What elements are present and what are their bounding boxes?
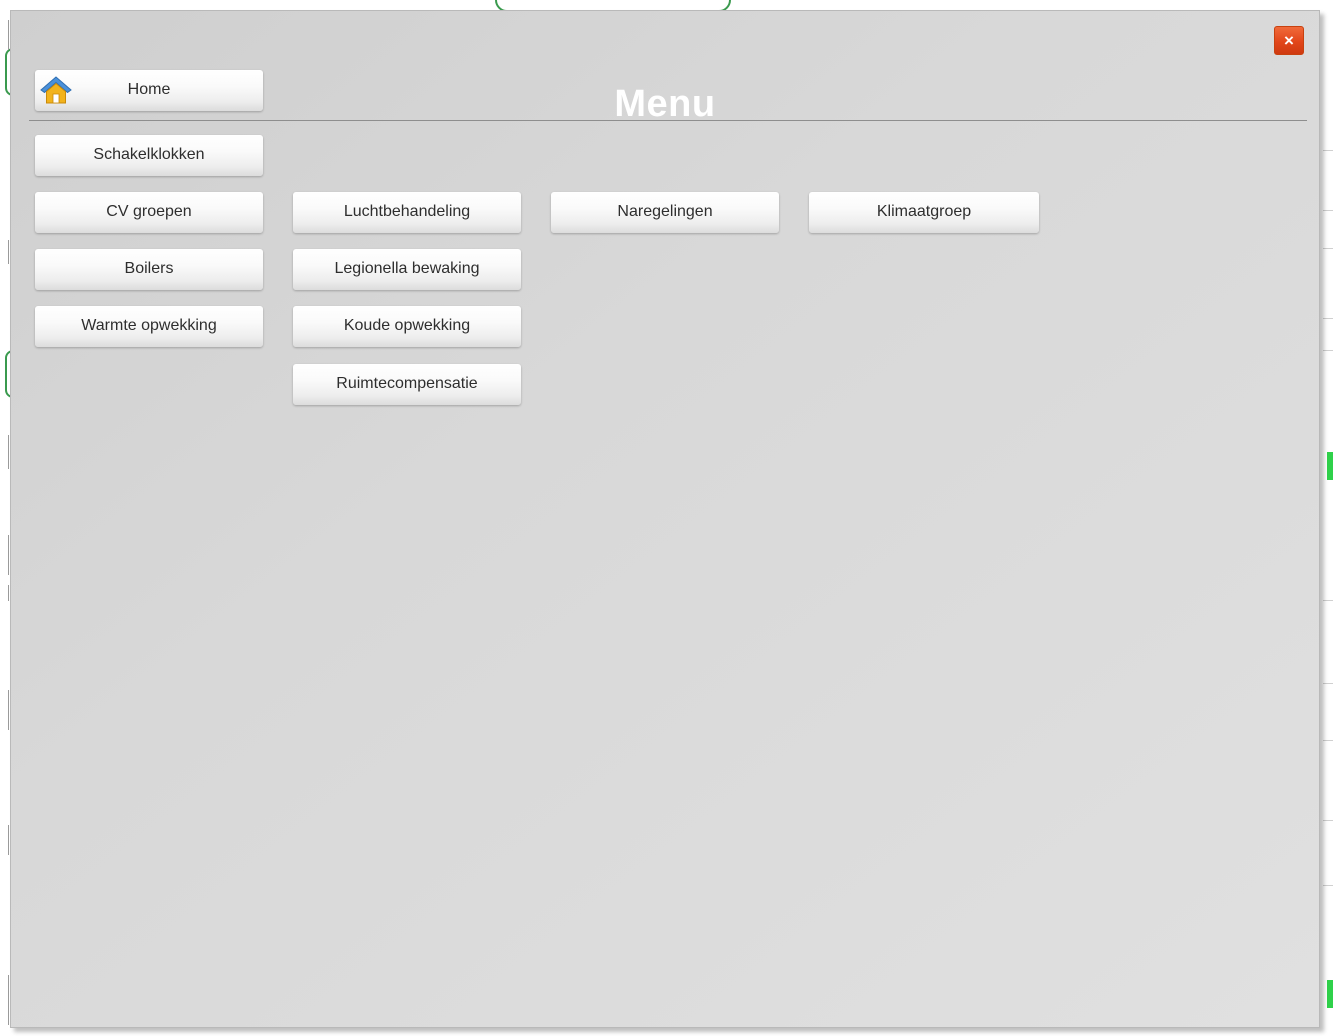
- background-divider: [8, 20, 9, 50]
- close-icon: ×: [1284, 31, 1294, 50]
- home-button[interactable]: Home: [35, 70, 263, 111]
- background-divider: [8, 240, 9, 264]
- home-icon: [40, 76, 72, 104]
- background-divider: [1323, 820, 1333, 821]
- home-button-label: Home: [127, 81, 171, 98]
- cv-groepen-button[interactable]: CV groepen: [35, 192, 263, 233]
- page: × Menu Home Schakelklokken CV groepen Bo…: [0, 0, 1333, 1036]
- background-divider: [1323, 740, 1333, 741]
- background-divider: [8, 585, 9, 601]
- koude-opwekking-button[interactable]: Koude opwekking: [293, 306, 521, 347]
- klimaatgroep-button[interactable]: Klimaatgroep: [809, 192, 1039, 233]
- background-divider: [1323, 350, 1333, 351]
- background-divider: [1323, 683, 1333, 684]
- background-divider: [8, 435, 9, 469]
- background-divider: [1323, 600, 1333, 601]
- background-status-indicator: [1327, 452, 1333, 480]
- title-divider: [29, 120, 1307, 121]
- menu-dialog: × Menu Home Schakelklokken CV groepen Bo…: [10, 10, 1320, 1028]
- schakelklokken-button[interactable]: Schakelklokken: [35, 135, 263, 176]
- luchtbehandeling-button[interactable]: Luchtbehandeling: [293, 192, 521, 233]
- close-button[interactable]: ×: [1274, 26, 1304, 55]
- legionella-bewaking-button[interactable]: Legionella bewaking: [293, 249, 521, 290]
- background-divider: [1323, 318, 1333, 319]
- background-divider: [8, 975, 9, 1025]
- boilers-button[interactable]: Boilers: [35, 249, 263, 290]
- background-divider: [8, 690, 9, 730]
- warmte-opwekking-button[interactable]: Warmte opwekking: [35, 306, 263, 347]
- naregelingen-button[interactable]: Naregelingen: [551, 192, 779, 233]
- background-divider: [8, 825, 9, 855]
- background-status-indicator: [1327, 980, 1333, 1008]
- background-divider: [8, 535, 9, 575]
- background-divider: [1323, 885, 1333, 886]
- background-divider: [1323, 248, 1333, 249]
- background-divider: [1323, 150, 1333, 151]
- ruimtecompensatie-button[interactable]: Ruimtecompensatie: [293, 364, 521, 405]
- background-divider: [1323, 210, 1333, 211]
